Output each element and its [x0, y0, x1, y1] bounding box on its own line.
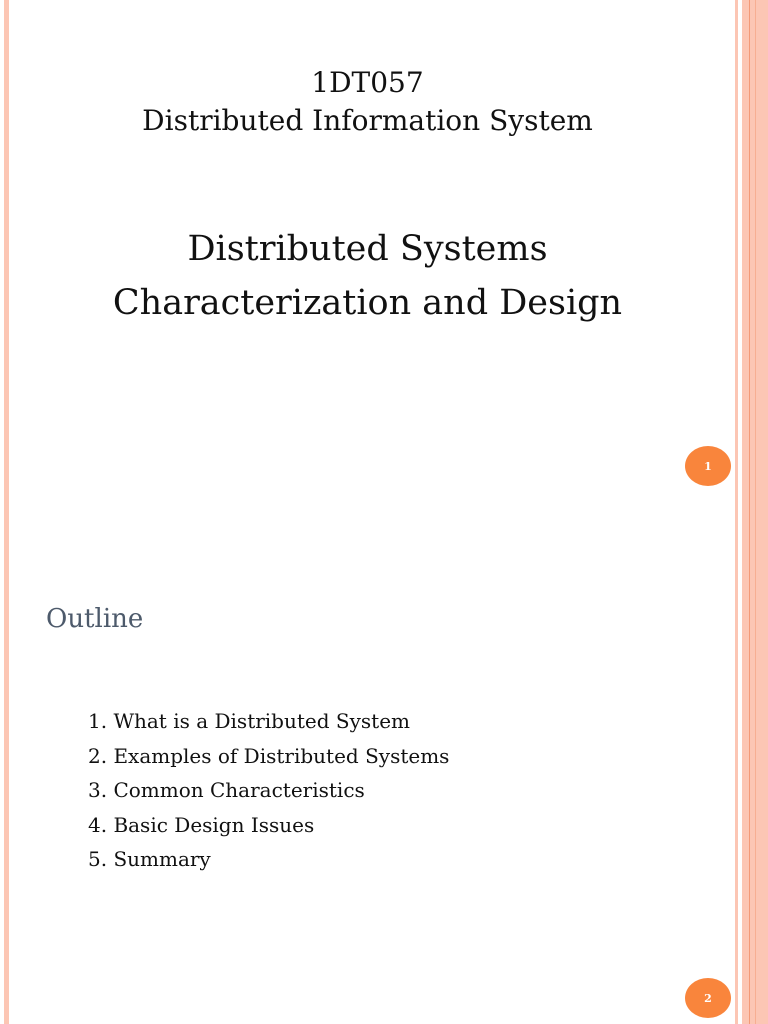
slide-number-badge: 2 [685, 978, 731, 1018]
right-border-thin [735, 0, 738, 512]
title-line-1: Distributed Systems [187, 229, 548, 269]
right-border-line [755, 512, 756, 1024]
list-item: 2. Examples of Distributed Systems [88, 743, 450, 768]
course-header: 1DT057 Distributed Information System [0, 64, 735, 140]
left-border [4, 512, 9, 1024]
course-name: Distributed Information System [142, 104, 593, 137]
slide-2: Outline 1. What is a Distributed System … [0, 512, 768, 1024]
outline-heading: Outline [46, 604, 144, 634]
list-item: 1. What is a Distributed System [88, 709, 411, 733]
outline-list: 1. What is a Distributed System 2. Examp… [88, 704, 449, 877]
slide-title: Distributed Systems Characterization and… [0, 222, 735, 330]
slide-1: 1DT057 Distributed Information System Di… [0, 0, 768, 512]
course-code: 1DT057 [311, 66, 424, 99]
list-item: 4. Basic Design Issues [88, 812, 315, 837]
list-item: 5. Summary [88, 847, 211, 871]
title-line-2: Characterization and Design [112, 283, 623, 323]
list-item: 3. Common Characteristics [88, 778, 365, 802]
right-border-thin [735, 512, 738, 1024]
right-border-line [749, 0, 750, 512]
right-border-line [755, 0, 756, 512]
slide-number-badge: 1 [685, 446, 731, 486]
right-border-line [749, 512, 750, 1024]
